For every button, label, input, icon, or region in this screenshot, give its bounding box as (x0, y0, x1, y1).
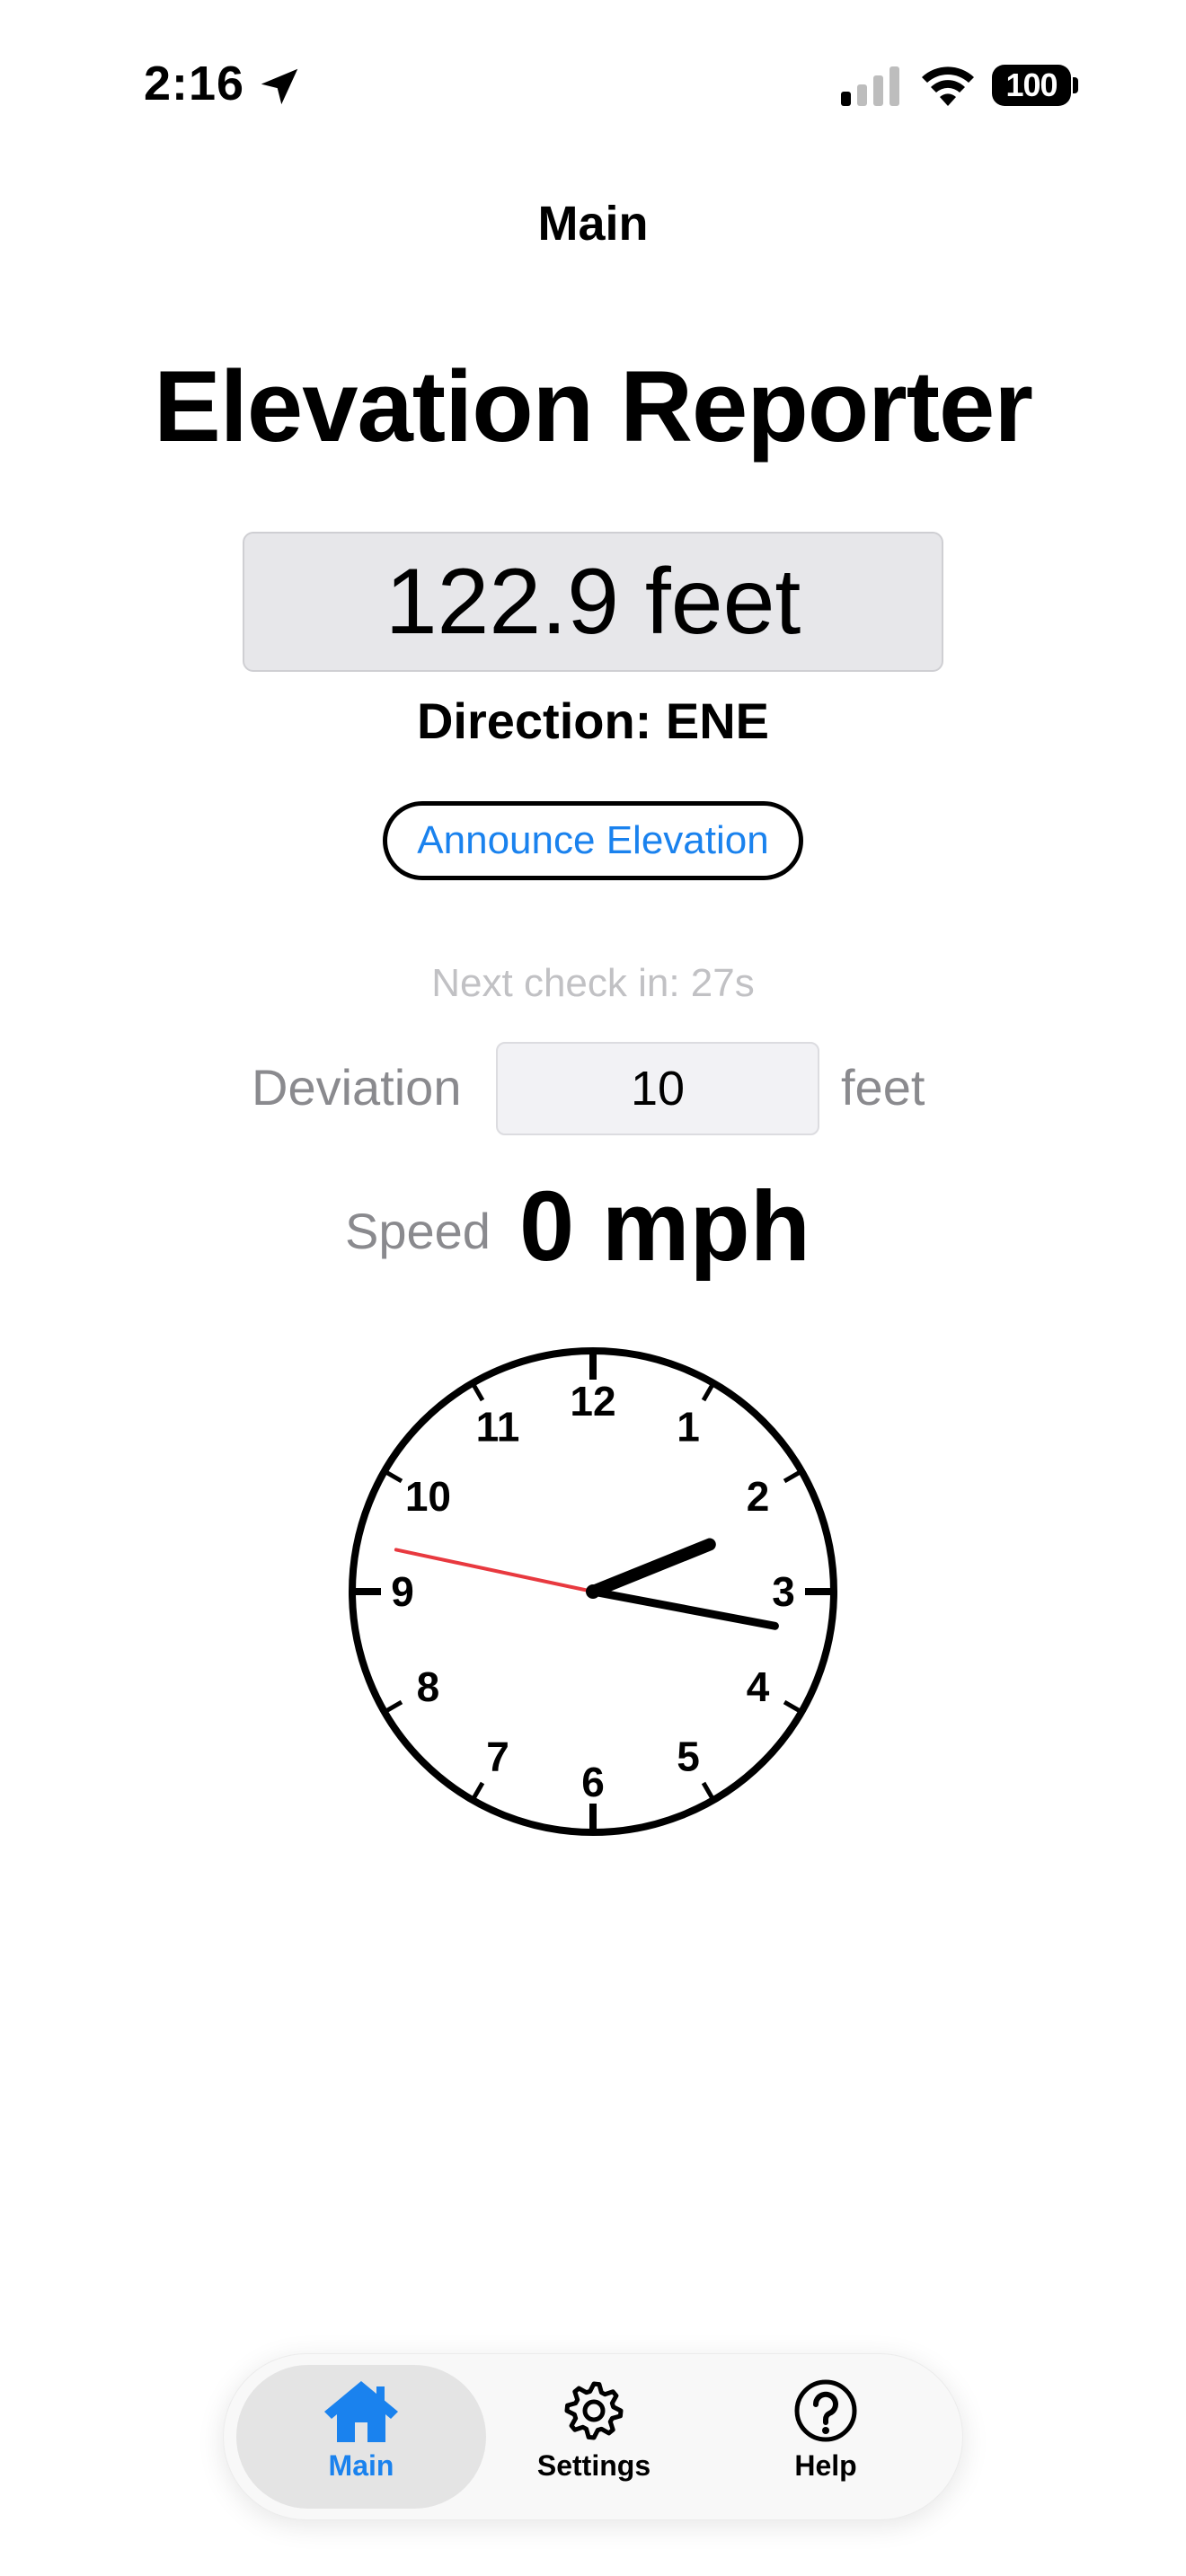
clock-number: 11 (476, 1403, 520, 1450)
tab-main[interactable]: Main (236, 2365, 486, 2509)
tab-main-label: Main (328, 2449, 394, 2482)
battery-icon: 100 (992, 65, 1071, 106)
analog-clock: 12 12 3 4 5 6 78 9 10 11 (349, 1347, 837, 1836)
clock-number: 5 (677, 1734, 700, 1780)
wifi-icon (922, 66, 974, 106)
speed-label: Speed (345, 1203, 491, 1259)
status-time: 2:16 (144, 57, 245, 110)
clock-number: 3 (772, 1568, 795, 1615)
tab-settings[interactable]: Settings (477, 2365, 711, 2509)
clock-number: 7 (486, 1734, 509, 1780)
announce-elevation-label: Announce Elevation (417, 818, 769, 862)
clock-number: 8 (417, 1663, 440, 1710)
battery-tip (1073, 77, 1078, 93)
tab-bar: Main Settings Help (223, 2353, 963, 2520)
clock-number: 4 (747, 1663, 770, 1710)
speed-value: 0 mph (519, 1171, 810, 1282)
elevation-display: 122.9 feet (243, 532, 943, 672)
deviation-label: Deviation (252, 1059, 462, 1116)
gear-icon (564, 2381, 624, 2440)
tab-settings-label: Settings (536, 2449, 651, 2482)
clock-number: 10 (405, 1473, 451, 1520)
deviation-unit: feet (841, 1059, 925, 1116)
location-arrow-icon (261, 68, 298, 105)
direction-label: Direction: ENE (416, 693, 770, 749)
signal-icon (841, 66, 899, 106)
nav-title: Main (537, 197, 649, 251)
tab-help[interactable]: Help (709, 2365, 943, 2509)
tab-help-label: Help (794, 2449, 857, 2482)
elevation-value: 122.9 feet (385, 549, 801, 654)
clock-number: 2 (747, 1473, 770, 1520)
clock-center-pin (586, 1584, 600, 1599)
battery-level: 100 (1005, 66, 1058, 103)
deviation-input[interactable] (496, 1042, 819, 1135)
clock-number: 1 (677, 1403, 700, 1450)
clock-number: 12 (570, 1378, 615, 1425)
question-circle-icon (794, 2379, 857, 2442)
page-title: Elevation Reporter (154, 350, 1033, 463)
clock-number: 6 (581, 1759, 605, 1805)
announce-elevation-button[interactable]: Announce Elevation (383, 801, 803, 880)
house-icon (324, 2381, 398, 2442)
clock-number: 9 (391, 1568, 414, 1615)
next-check-text: Next check in: 27s (431, 961, 755, 1005)
